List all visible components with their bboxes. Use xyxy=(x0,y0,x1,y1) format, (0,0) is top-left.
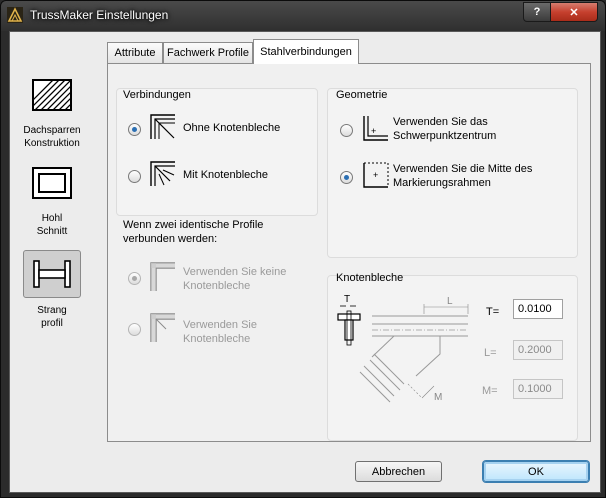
dialog-client-area: Dachsparren Konstruktion Hohl Schnitt St… xyxy=(9,31,601,493)
option-label: Mit Knotenbleche xyxy=(183,169,268,181)
geometrie-title: Geometrie xyxy=(336,89,388,101)
identische-question: Wenn zwei identische Profile xyxy=(123,219,264,231)
sidebar-label: Strang xyxy=(37,305,67,316)
identical-profile-icon xyxy=(150,262,175,291)
sidebar-item-hohl-schnitt[interactable]: Hohl Schnitt xyxy=(22,160,82,238)
verbindungen-group xyxy=(116,88,318,216)
sidebar-label: Schnitt xyxy=(36,226,68,237)
centroid-angle-icon: + xyxy=(363,116,388,141)
hollow-section-icon xyxy=(32,167,72,199)
diagram-label-m: M xyxy=(434,392,442,403)
verbindungen-title: Verbindungen xyxy=(123,89,191,101)
close-icon: ✕ xyxy=(569,6,579,19)
sidebar-item-dachsparren[interactable]: Dachsparren Konstruktion xyxy=(22,72,82,150)
radio-mit-knotenbleche[interactable] xyxy=(128,170,141,183)
radio-keine-knotenbleche[interactable] xyxy=(128,272,141,285)
sidebar-icon-box xyxy=(24,160,80,206)
window-title: TrussMaker Einstellungen xyxy=(30,8,169,22)
option-label: Verwenden Sie das xyxy=(393,116,488,128)
sidebar-item-strang-profil[interactable]: Strang profil xyxy=(22,250,82,330)
help-icon: ? xyxy=(533,6,541,18)
i-beam-profile-icon xyxy=(33,260,71,288)
l-length-input[interactable]: 0.2000 xyxy=(513,340,563,360)
cancel-button[interactable]: Abbrechen xyxy=(355,461,442,482)
identische-question: verbunden werden: xyxy=(123,233,218,245)
identical-profile-plate-icon xyxy=(150,313,175,342)
sidebar-label: Dachsparren xyxy=(23,125,81,136)
option-label: Verwenden Sie xyxy=(183,319,257,331)
option-label: Markierungsrahmen xyxy=(393,177,491,189)
sidebar-label: Konstruktion xyxy=(24,138,80,149)
help-button[interactable]: ? xyxy=(523,2,551,22)
corner-joint-icon xyxy=(150,114,175,139)
tab-panel-stahlverbindungen: Verbindungen Ohne Knotenbleche Mit Knote… xyxy=(107,63,591,442)
option-label: Knotenbleche xyxy=(183,280,251,292)
sidebar-icon-box xyxy=(24,72,80,118)
settings-dialog: TrussMaker Einstellungen ? ✕ Dachsparren… xyxy=(0,0,606,498)
trussmaker-app-icon xyxy=(7,7,23,23)
t-thickness-input[interactable]: 0.0100 xyxy=(513,299,563,319)
radio-mit-knotenbleche-identisch[interactable] xyxy=(128,323,141,336)
sidebar-label: profil xyxy=(41,318,63,329)
corner-joint-plate-icon xyxy=(150,161,175,186)
radio-ohne-knotenbleche[interactable] xyxy=(128,123,141,136)
tab-attribute[interactable]: Attribute xyxy=(107,42,163,63)
tab-stahlverbindungen[interactable]: Stahlverbindungen xyxy=(253,39,359,64)
svg-text:+: + xyxy=(373,170,378,180)
diagram-label-l: L xyxy=(447,296,453,307)
radio-schwerpunktzentrum[interactable] xyxy=(340,124,353,137)
knotenbleche-title: Knotenbleche xyxy=(336,272,404,284)
option-label: Verwenden Sie keine xyxy=(183,266,287,278)
ok-button[interactable]: OK xyxy=(483,461,589,482)
sidebar-icon-box xyxy=(23,250,81,298)
frame-center-angle-icon: + xyxy=(363,162,389,188)
radio-mitte-markierungsrahmen[interactable] xyxy=(340,171,353,184)
svg-text:+: + xyxy=(371,126,376,136)
option-label: Verwenden Sie die Mitte des xyxy=(393,163,533,175)
m-offset-input[interactable]: 0.1000 xyxy=(513,379,563,399)
hatched-rectangle-icon xyxy=(32,79,72,111)
tab-fachwerk-profile[interactable]: Fachwerk Profile xyxy=(163,42,253,63)
close-button[interactable]: ✕ xyxy=(550,2,598,22)
sidebar-label: Hohl xyxy=(41,213,63,224)
option-label: Knotenbleche xyxy=(183,333,251,345)
title-bar[interactable]: TrussMaker Einstellungen ? ✕ xyxy=(1,1,605,29)
option-label: Ohne Knotenbleche xyxy=(183,122,281,134)
field-label-t: T= xyxy=(486,306,500,318)
option-label: Schwerpunktzentrum xyxy=(393,130,497,142)
field-label-l: L= xyxy=(484,347,497,359)
gusset-plate-diagram: T L M xyxy=(337,294,469,403)
field-label-m: M= xyxy=(482,385,498,397)
diagram-label-t: T xyxy=(344,294,350,305)
